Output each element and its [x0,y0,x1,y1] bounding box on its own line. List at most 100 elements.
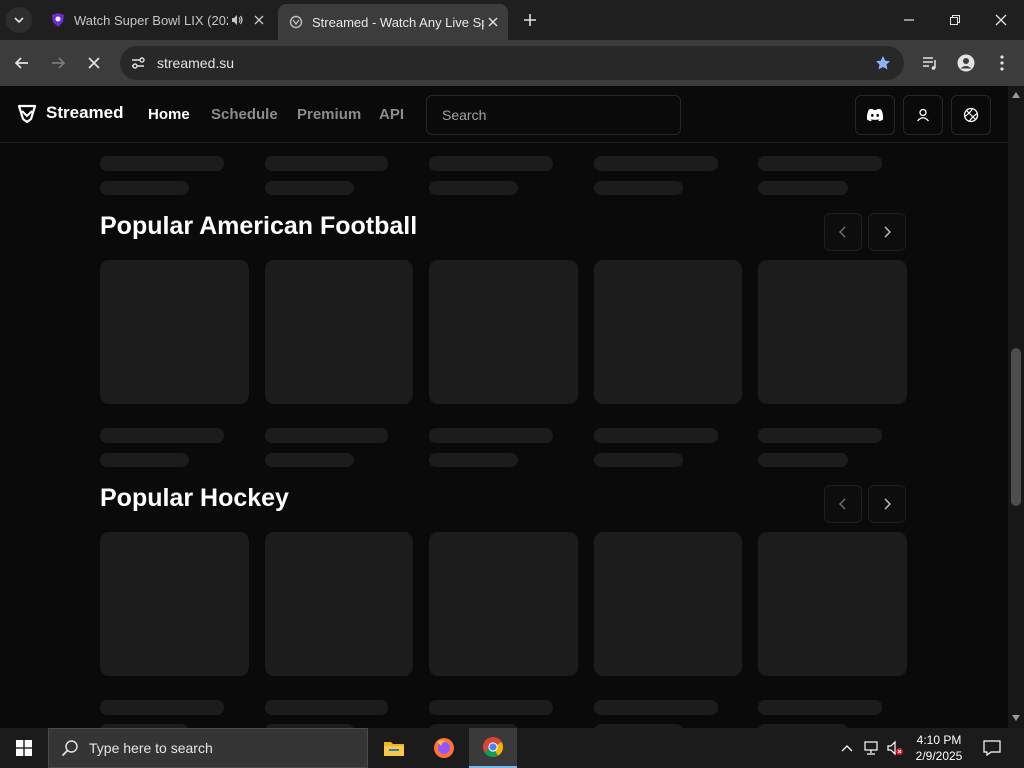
tray-overflow-button[interactable] [838,728,856,768]
speaker-icon[interactable] [228,11,246,29]
skeleton-card [100,260,249,404]
skeleton-text [758,156,882,171]
minimize-button[interactable] [886,0,932,40]
browser-toolbar: streamed.su [0,40,1024,86]
chevron-left-icon [839,226,846,238]
page-scrollbar[interactable] [1008,86,1024,728]
nav-api[interactable]: API [379,106,404,123]
skeleton-card [100,532,249,676]
kebab-menu-icon [1000,55,1004,71]
skeleton-card [429,532,578,676]
account-button[interactable] [903,95,943,135]
taskbar-firefox[interactable] [420,728,468,768]
media-controls-button[interactable] [916,49,944,77]
bookmark-star-icon[interactable] [872,52,894,74]
taskbar-file-explorer[interactable] [370,728,418,768]
carousel-next-button[interactable] [868,213,906,251]
taskbar-clock[interactable]: 4:10 PM 2/9/2025 [906,732,972,764]
url-text: streamed.su [157,55,235,71]
skeleton-text [100,428,224,443]
scroll-down-arrow-icon[interactable] [1012,714,1020,722]
tab-streamed[interactable]: Streamed - Watch Any Live Sports [278,4,508,40]
new-tab-button[interactable] [518,8,542,32]
scroll-up-arrow-icon[interactable] [1012,91,1020,99]
streamed-favicon-icon [288,14,304,30]
skeleton-text [429,453,518,467]
taskbar-chrome[interactable] [469,728,517,768]
site-search-input[interactable] [426,95,681,135]
profile-button[interactable] [952,49,980,77]
tab-super-bowl[interactable]: Watch Super Bowl LIX (2025) [40,0,274,40]
sports-button[interactable] [951,95,991,135]
skeleton-card [594,260,742,404]
taskbar-search-box[interactable]: Type here to search [48,728,368,768]
web-page: Popular American Football Popular Hockey [0,86,1008,728]
skeleton-card [429,260,578,404]
plus-icon [524,14,536,26]
carousel-prev-button[interactable] [824,485,862,523]
brand-logo[interactable]: Streamed [16,102,123,124]
skeleton-text [429,700,553,715]
restore-button[interactable] [932,0,978,40]
forward-button[interactable] [44,49,72,77]
skeleton-text [594,453,683,467]
skeleton-text [594,156,718,171]
skeleton-card [265,532,413,676]
skeleton-text [758,453,848,467]
section-title-hockey: Popular Hockey [100,484,289,512]
skeleton-text [265,156,388,171]
notifications-button[interactable] [978,728,1006,768]
skeleton-text [758,428,882,443]
notification-icon [983,740,1001,756]
user-icon [917,108,929,122]
chevron-right-icon [884,226,891,238]
basketball-icon [963,107,979,123]
skeleton-text [594,700,718,715]
skeleton-text [758,700,882,715]
tab-title: Streamed - Watch Any Live Sports [312,14,484,30]
chrome-icon [483,737,504,758]
skeleton-text [100,700,224,715]
media-queue-icon [923,57,936,70]
nav-home[interactable]: Home [148,106,190,123]
skeleton-text [100,156,224,171]
close-icon [995,14,1007,26]
tray-volume-button[interactable] [884,728,906,768]
back-button[interactable] [8,49,36,77]
skeleton-card [594,532,742,676]
site-header: Streamed Home Schedule Premium API [0,86,1008,143]
start-button[interactable] [0,728,48,768]
taskbar-search-placeholder: Type here to search [89,740,213,756]
skeleton-text [265,181,354,195]
close-tab-icon[interactable] [250,11,268,29]
carousel-prev-button[interactable] [824,213,862,251]
nav-premium[interactable]: Premium [297,106,361,123]
stop-loading-button[interactable] [80,49,108,77]
skeleton-card [265,260,413,404]
skeleton-text [594,428,718,443]
tab-title: Watch Super Bowl LIX (2025) [74,12,228,28]
volume-muted-icon [887,740,903,756]
nav-schedule[interactable]: Schedule [211,106,278,123]
chevron-right-icon [884,498,891,510]
network-icon [864,741,878,755]
windows-logo-icon [16,740,32,756]
scrollbar-thumb[interactable] [1011,348,1021,506]
tab-search-button[interactable] [6,7,32,33]
address-bar[interactable]: streamed.su [120,46,904,80]
skeleton-text [758,181,848,195]
clock-time: 4:10 PM [916,733,962,747]
close-tab-icon[interactable] [484,13,502,31]
folder-icon [384,742,404,756]
browser-window: Watch Super Bowl LIX (2025) Streamed - W… [0,0,1024,728]
site-settings-icon[interactable] [126,51,150,75]
close-window-button[interactable] [978,0,1024,40]
brand-name: Streamed [46,103,124,122]
arrow-right-icon [52,57,66,69]
taskbar: Type here to search 4:10 PM 2/9/2025 [0,728,1024,768]
menu-button[interactable] [988,49,1016,77]
carousel-next-button[interactable] [868,485,906,523]
skeleton-text [100,453,189,467]
tray-network-button[interactable] [860,728,882,768]
discord-button[interactable] [855,95,895,135]
